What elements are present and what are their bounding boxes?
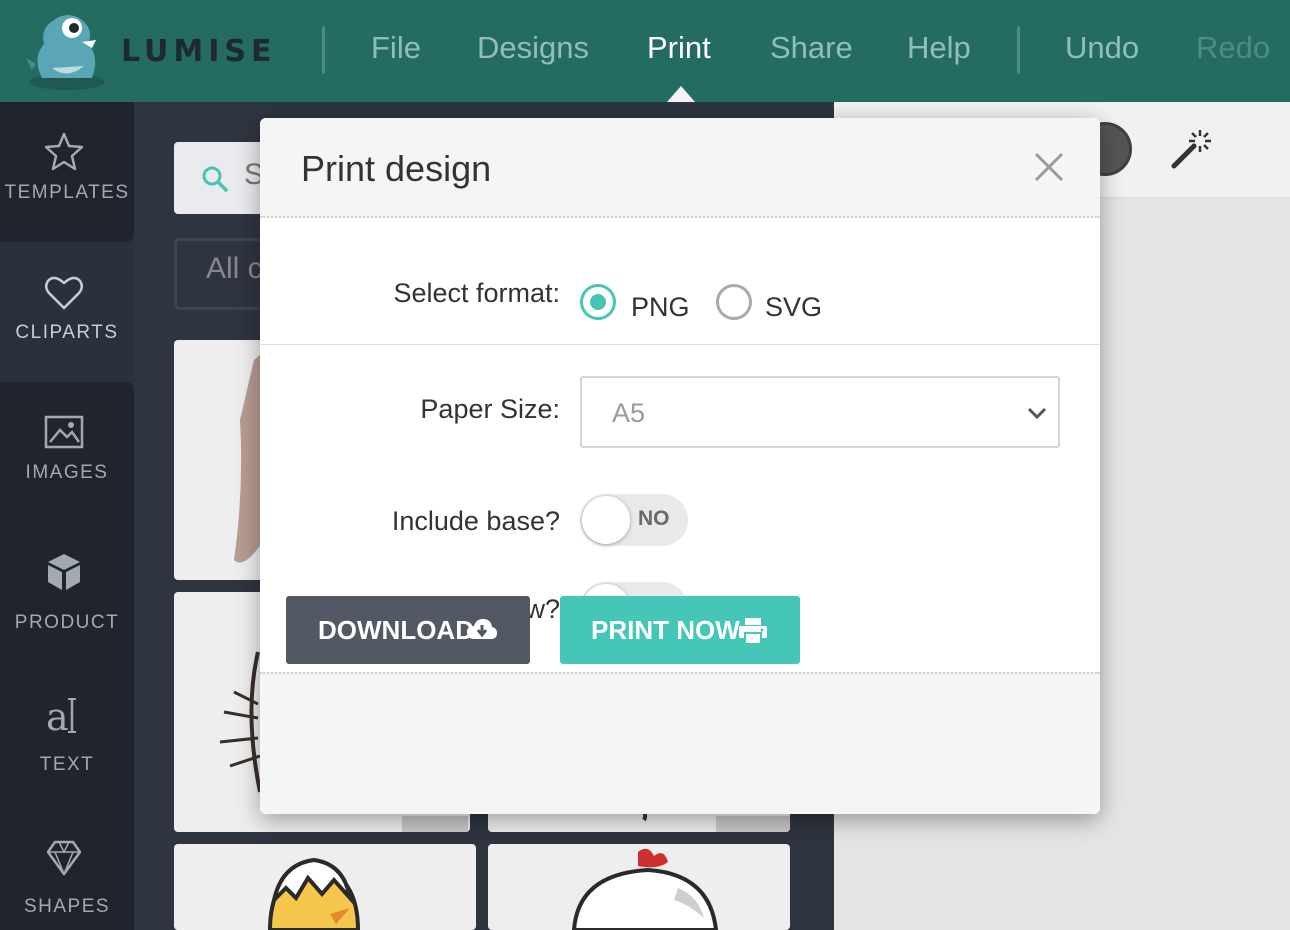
category-filter-label: All c	[206, 252, 263, 285]
chick-clipart-image	[267, 857, 361, 930]
brand-name: LUMISE	[121, 34, 277, 69]
sidebar-item-cliparts[interactable]: CLIPARTS	[0, 242, 134, 382]
close-icon[interactable]	[1030, 148, 1068, 186]
format-png-radio[interactable]	[580, 284, 616, 320]
sidebar-item-shapes[interactable]: SHAPES	[0, 812, 134, 930]
toggle-knob	[582, 496, 630, 544]
logo[interactable]: LUMISE	[22, 8, 272, 94]
sidebar-item-label: CLIPARTS	[15, 322, 119, 343]
sidebar-item-templates[interactable]: TEMPLATES	[0, 102, 134, 242]
format-label: Select format:	[393, 278, 560, 308]
dialog-title: Print design	[301, 148, 492, 189]
cube-icon	[48, 554, 80, 590]
sidebar-item-label: SHAPES	[23, 896, 111, 917]
nav-divider	[322, 26, 325, 74]
text-icon: a	[46, 695, 76, 738]
diamond-icon	[46, 840, 82, 876]
top-bar: LUMISE File Designs Print Share Help Und…	[0, 0, 1290, 102]
sidebar-item-label: IMAGES	[25, 462, 109, 483]
redo-button[interactable]: Redo	[1196, 26, 1270, 70]
dialog-footer	[260, 672, 1100, 814]
nav-share[interactable]: Share	[770, 26, 853, 70]
printer-icon	[739, 618, 767, 645]
sidebar-item-product[interactable]: PRODUCT	[0, 522, 134, 672]
section-divider	[260, 344, 1100, 345]
nav-print[interactable]: Print	[647, 26, 711, 70]
format-svg-label[interactable]: SVG	[765, 292, 822, 323]
nav-file[interactable]: File	[371, 26, 421, 70]
sidebar-item-label: PRODUCT	[14, 612, 120, 633]
nav-divider	[1017, 26, 1020, 74]
format-svg-radio[interactable]	[716, 284, 752, 320]
toggle-state: NO	[638, 507, 670, 530]
paper-size-label: Paper Size:	[420, 394, 560, 424]
paper-size-value: A5	[612, 398, 646, 428]
chevron-down-icon	[1027, 407, 1047, 420]
dino-mascot-icon	[26, 15, 105, 90]
left-sidebar: TEMPLATES CLIPARTS IMAGES PRODUCT a TEXT	[0, 102, 134, 930]
format-png-label[interactable]: PNG	[631, 292, 690, 323]
cloud-download-icon	[467, 619, 497, 639]
magic-wand-icon[interactable]	[1170, 126, 1214, 170]
print-now-button[interactable]: PRINT NOW	[560, 596, 800, 664]
nav-designs[interactable]: Designs	[477, 26, 589, 70]
search-icon	[202, 166, 228, 192]
sidebar-item-text[interactable]: a TEXT	[0, 672, 134, 812]
dialog-header: Print design	[260, 118, 1100, 218]
paper-size-select[interactable]: A5	[580, 376, 1060, 448]
undo-button[interactable]: Undo	[1065, 26, 1139, 70]
clipart-thumb-chicken[interactable]	[488, 844, 790, 930]
include-base-toggle[interactable]: NO	[580, 494, 688, 546]
nav-help[interactable]: Help	[907, 26, 971, 70]
image-icon	[44, 415, 84, 449]
clipart-thumb-chick[interactable]	[174, 844, 476, 930]
svg-text:a: a	[46, 695, 69, 738]
sidebar-item-label: TEMPLATES	[4, 182, 130, 203]
sidebar-item-label: TEXT	[39, 754, 95, 775]
sidebar-item-images[interactable]: IMAGES	[0, 382, 134, 522]
heart-icon	[45, 276, 83, 310]
download-button-label: DOWNLOAD	[318, 615, 474, 645]
print-design-dialog: Print design Select format: PNG SVG Pape…	[260, 118, 1100, 814]
star-icon	[44, 132, 84, 171]
print-now-button-label: PRINT NOW	[591, 615, 740, 645]
menu-pointer	[667, 86, 695, 102]
download-button[interactable]: DOWNLOAD	[286, 596, 530, 664]
include-base-label: Include base?	[391, 506, 560, 536]
chicken-clipart-image	[571, 848, 719, 930]
